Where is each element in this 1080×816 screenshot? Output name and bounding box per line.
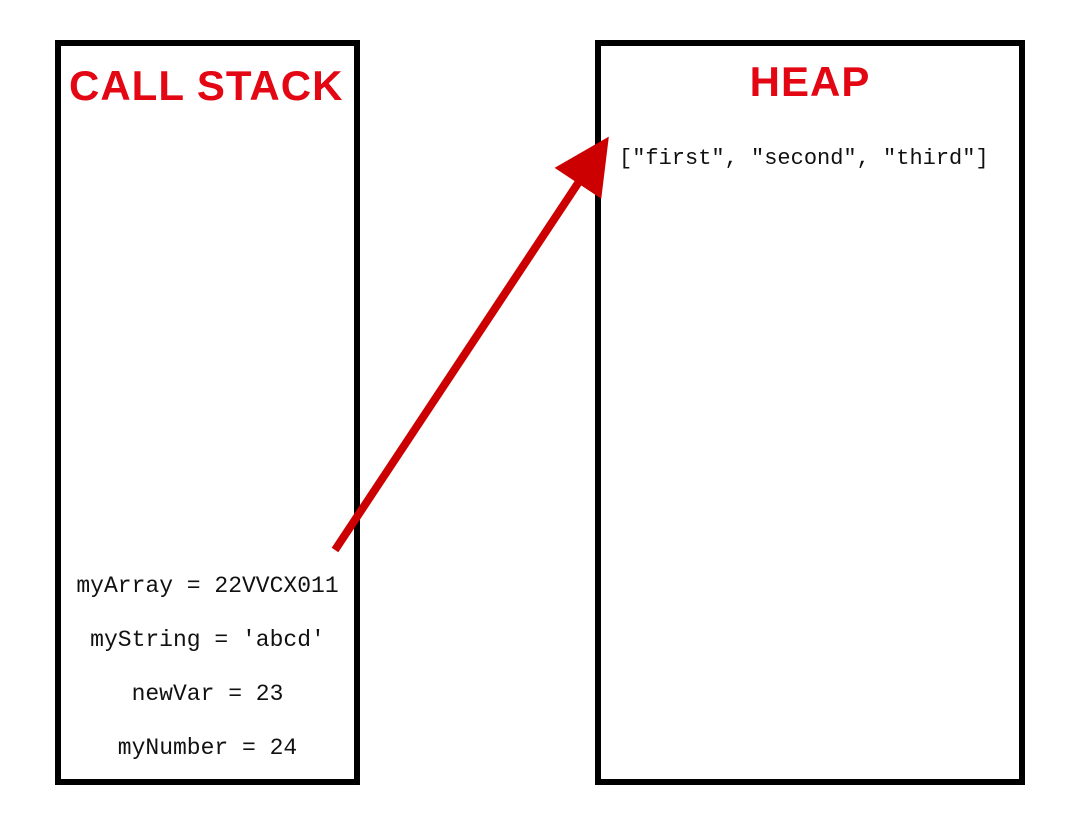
- stack-item-myarray: myArray = 22VVCX011: [76, 573, 338, 599]
- call-stack-box: CALL STACK myArray = 22VVCX011 myString …: [55, 40, 360, 785]
- stack-item-mynumber: myNumber = 24: [118, 735, 297, 761]
- call-stack-title: CALL STACK: [69, 62, 343, 110]
- stack-item-newvar: newVar = 23: [132, 681, 284, 707]
- heap-title: HEAP: [601, 58, 1019, 106]
- stack-item-mystring: myString = 'abcd': [90, 627, 325, 653]
- heap-value-array: ["first", "second", "third"]: [619, 146, 989, 171]
- stack-items-list: myArray = 22VVCX011 myString = 'abcd' ne…: [61, 573, 354, 761]
- memory-diagram: CALL STACK myArray = 22VVCX011 myString …: [0, 0, 1080, 816]
- heap-box: HEAP ["first", "second", "third"]: [595, 40, 1025, 785]
